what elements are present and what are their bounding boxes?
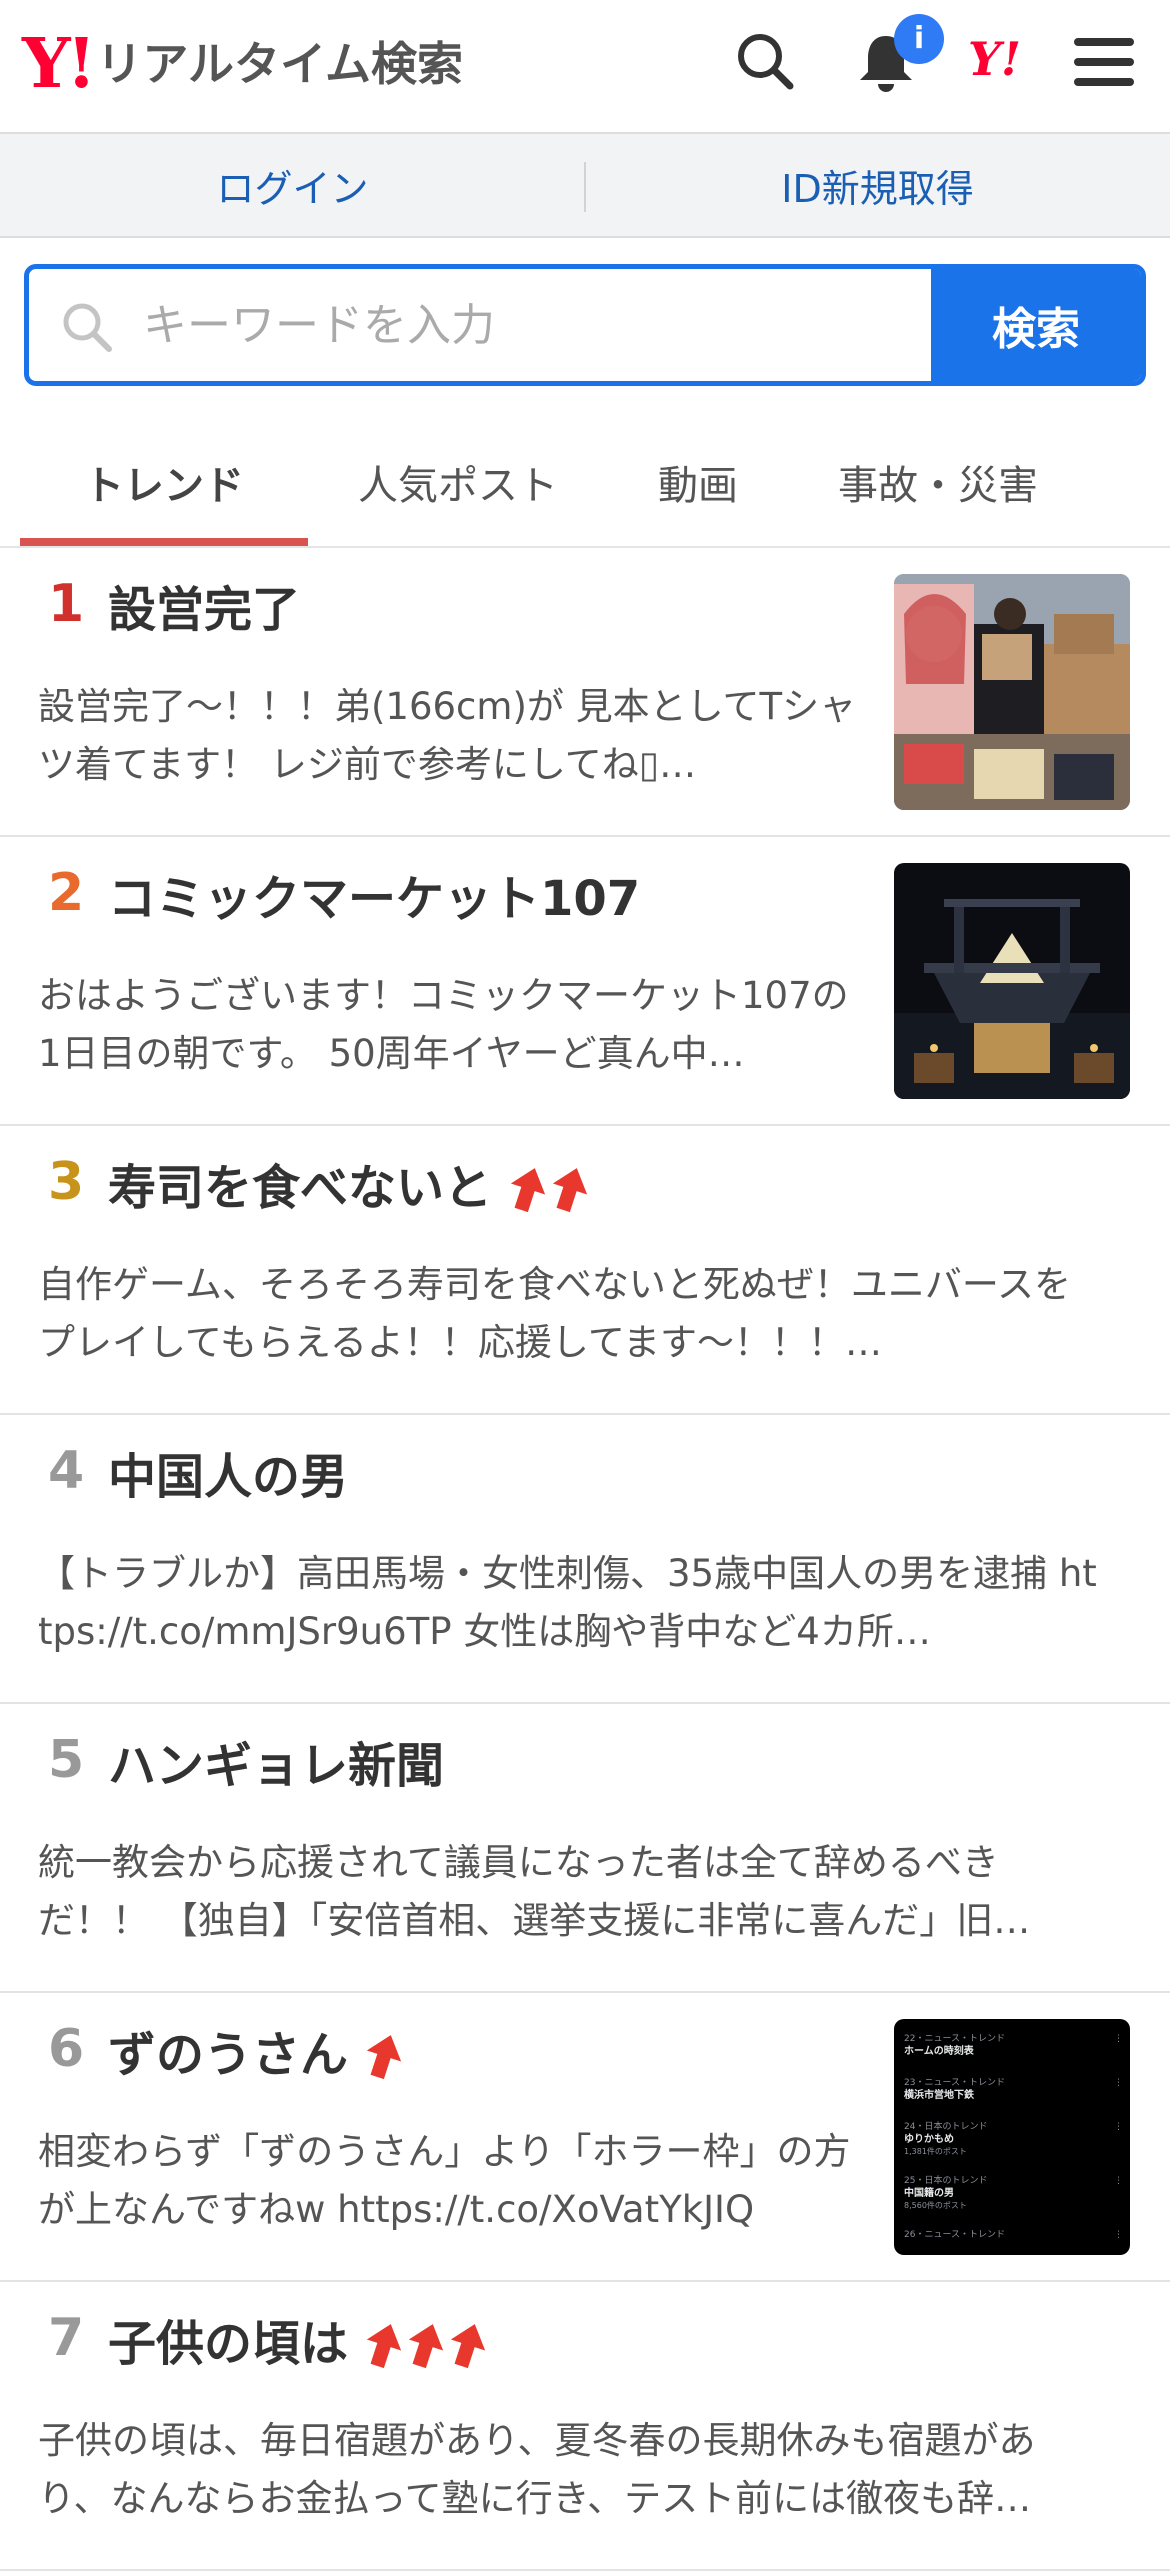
trend-up-arrow-icon [450,2323,486,2368]
trend-rank: 5 [48,1730,85,1790]
trend-thumbnail[interactable] [894,574,1130,810]
svg-text:横浜市営地下鉄: 横浜市営地下鉄 [904,2088,974,2101]
trend-title: 寿司を食べないと [108,1160,592,1218]
trend-title-text: 中国人の男 [108,1449,349,1505]
thumbnail-building-photo [894,863,1130,1099]
trend-title: 子供の頃は [108,2316,490,2374]
trend-rank: 3 [48,1152,85,1212]
trend-item[interactable]: 3 寿司を食べないと自作ゲーム、そろそろ寿司を食べないと死ぬぜ！ユニバースをプレイ… [0,1126,1170,1415]
svg-text:1,381件のポスト: 1,381件のポスト [904,2146,967,2156]
trend-item[interactable]: 2 コミックマーケット107 おはようございます！コミックマーケット107の1日目の… [0,837,1170,1126]
trend-title: 中国人の男 [108,1449,348,1507]
thumbnail-trend-screenshot: 22・ニュース・トレンドホームの時刻表 ⋮ 23・ニュース・トレンド横浜市営地下鉄 ⋮… [894,2019,1130,2255]
trend-thumbnail[interactable] [894,863,1130,1099]
trend-snippet: 【トラブルか】高田馬場・女性刺傷、35歳中国人の男を逮捕 https://t.c… [38,1552,1097,1653]
svg-text:8,560件のポスト: 8,560件のポスト [904,2200,967,2210]
trend-title-text: コミックマーケット107 [108,871,641,927]
trend-rank: 7 [48,2308,85,2368]
trend-title-text: 設営完了 [108,582,301,638]
logo-title: リアルタイム検索 [96,37,464,91]
trend-up-arrow-icon [366,2323,402,2368]
svg-text:26・ニュース・トレンド: 26・ニュース・トレンド [904,2230,1005,2240]
search-field-wrapper [29,269,931,381]
trend-rising-indicator [364,2321,490,2369]
trend-rank: 6 [48,2019,85,2079]
trend-title-text: 子供の頃は [108,2316,349,2372]
notification-badge: i [894,14,944,64]
trend-rank: 1 [48,574,85,634]
trend-rank: 4 [48,1441,85,1501]
trend-rising-indicator [508,1165,592,1213]
svg-text:⋮: ⋮ [1114,2230,1123,2240]
tab-trend[interactable]: トレンド [20,420,308,546]
account-bar-divider [584,162,586,212]
search-input[interactable] [29,269,931,381]
trend-snippet: 自作ゲーム、そろそろ寿司を食べないと死ぬぜ！ユニバースをプレイしてもらえるよ！！… [38,1263,1072,1364]
tab-popular-posts[interactable]: 人気ポスト [308,420,608,544]
svg-text:⋮: ⋮ [1114,2034,1123,2044]
trend-title-text: ハンギョレ新聞 [108,1738,445,1794]
trend-thumbnail[interactable]: 22・ニュース・トレンド ホームの時刻表 ⋮ 23・ニュース・トレンド 横浜市営地下鉄 ⋮… [894,2019,1130,2255]
search-icon[interactable] [730,26,802,98]
yahoo-logo-mark: Y! [22,24,96,104]
trend-item[interactable]: 6 ずのうさん相変わらず「ずのうさん」より「ホラー枠」の方が上なんですねw htt… [0,1993,1170,2282]
trend-rising-indicator [364,2032,406,2080]
trend-snippet: 相変わらず「ずのうさん」より「ホラー枠」の方が上なんですねw https://t… [38,2130,851,2231]
yahoo-top-icon[interactable]: Y! [968,36,1021,82]
trend-title-text: ずのうさん [108,2027,349,2083]
trend-up-arrow-icon [408,2323,444,2368]
svg-text:⋮: ⋮ [1114,2176,1123,2186]
login-link[interactable]: ログイン [0,158,585,213]
svg-text:25・日本のトレンド: 25・日本のトレンド [904,2174,987,2186]
trend-title: ずのうさん [108,2027,406,2085]
svg-text:ホームの時刻表: ホームの時刻表 [904,2044,975,2057]
svg-text:⋮: ⋮ [1114,2122,1123,2132]
trend-snippet: 設営完了～！！！弟(166cm)が 見本としてTシャツ着てます！ レジ前で参考に… [38,685,857,786]
trend-up-arrow-icon [366,2034,402,2079]
yahoo-realtime-logo[interactable]: Y! リアルタイム検索 [22,30,463,98]
trend-up-arrow-icon [552,1167,588,1212]
register-link[interactable]: ID新規取得 [585,158,1170,213]
trend-snippet: 子供の頃は、毎日宿題があり、夏冬春の長期休みも宿題があり、なんならお金払って塾に… [38,2419,1036,2520]
svg-text:中国籍の男: 中国籍の男 [904,2186,954,2199]
svg-text:23・ニュース・トレンド: 23・ニュース・トレンド [904,2078,1005,2088]
trend-item[interactable]: 5 ハンギョレ新聞統一教会から応援されて議員になった者は全て辞めるべきだ！！ 【独… [0,1704,1170,1993]
trend-item[interactable]: 7 子供の頃は子供の頃は、毎日宿題があり、夏冬春の長期休みも宿題があり、なんならお… [0,2282,1170,2571]
trend-item[interactable]: 4 中国人の男【トラブルか】高田馬場・女性刺傷、35歳中国人の男を逮捕 https… [0,1415,1170,1704]
menu-icon[interactable] [1068,26,1140,98]
trend-item[interactable]: 1 設営完了設営完了～！！！弟(166cm)が 見本としてTシャツ着てます！ レジ… [0,548,1170,837]
category-tabs: トレンド 人気ポスト 動画 事故・災害 [0,420,1170,548]
svg-text:ゆりかもめ: ゆりかもめ [904,2133,954,2145]
trend-title-text: 寿司を食べないと [108,1160,493,1216]
svg-text:24・日本のトレンド: 24・日本のトレンド [904,2120,987,2132]
trend-list: 1 設営完了設営完了～！！！弟(166cm)が 見本としてTシャツ着てます！ レジ… [0,548,1170,2571]
trend-up-arrow-icon [510,1167,546,1212]
trend-snippet: 統一教会から応援されて議員になった者は全て辞めるべきだ！！ 【独自】「安倍首相、… [38,1841,1031,1942]
account-bar: ログイン ID新規取得 [0,134,1170,238]
trend-rank: 2 [48,863,85,923]
trend-title: ハンギョレ新聞 [108,1738,444,1796]
trend-title: 設営完了 [108,582,300,640]
search-button[interactable]: 検索 [931,269,1141,381]
svg-text:⋮: ⋮ [1114,2078,1123,2088]
trend-title: コミックマーケット107 [108,871,640,929]
search-bar: 検索 [24,264,1146,386]
tab-video[interactable]: 動画 [608,420,788,544]
trend-snippet: おはようございます！コミックマーケット107の1日目の朝です。 50周年イヤーど… [38,974,849,1075]
tab-accidents-disasters[interactable]: 事故・災害 [788,420,1088,544]
app-header: Y! リアルタイム検索 i Y! [0,0,1170,134]
search-field-icon [63,303,112,352]
thumbnail-merch-photo [894,574,1130,810]
svg-text:22・ニュース・トレンド: 22・ニュース・トレンド [904,2034,1005,2044]
